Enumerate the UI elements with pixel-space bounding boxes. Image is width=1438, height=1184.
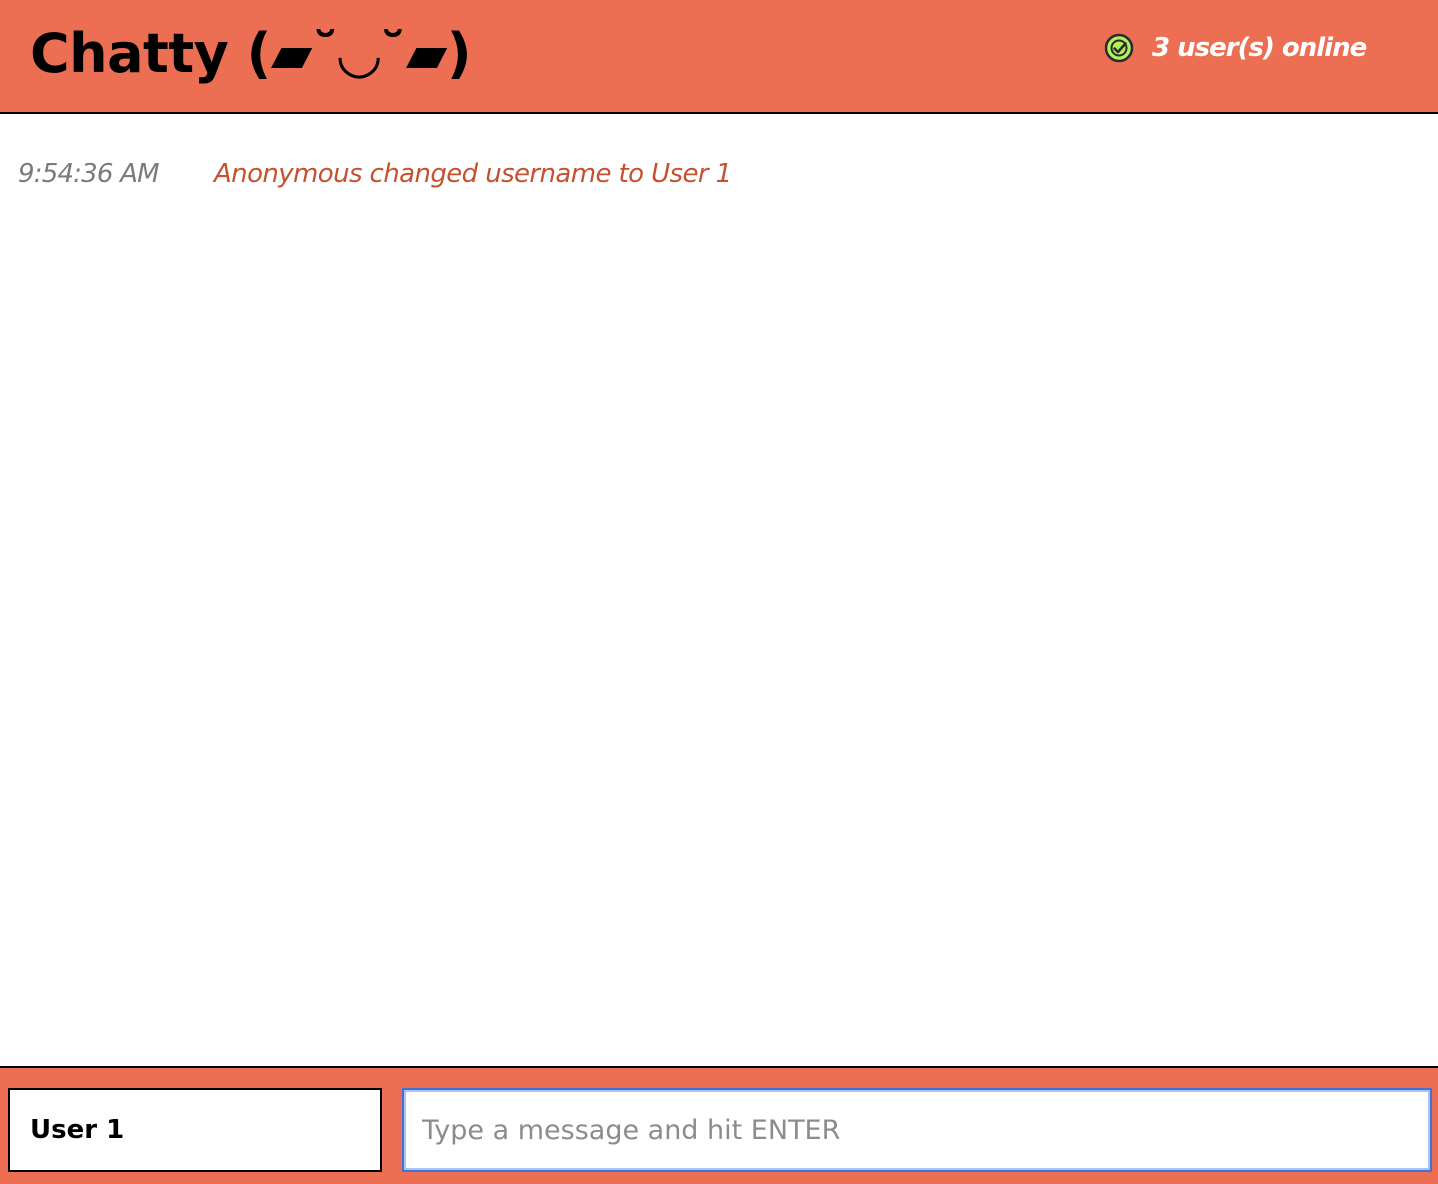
message-input[interactable]	[402, 1088, 1432, 1172]
username-input[interactable]	[8, 1088, 382, 1172]
check-circle-icon	[1104, 33, 1134, 63]
system-message: 9:54:36 AM Anonymous changed username to…	[18, 159, 732, 189]
app-header: Chatty (▰˘◡˘▰) 3 user(s) online	[0, 0, 1438, 114]
compose-bar	[0, 1066, 1438, 1184]
app-title: Chatty (▰˘◡˘▰)	[30, 22, 472, 85]
message-timestamp: 9:54:36 AM	[18, 159, 160, 189]
message-text: Anonymous changed username to User 1	[214, 159, 732, 189]
chat-app: Chatty (▰˘◡˘▰) 3 user(s) online 9:54:36 …	[0, 0, 1438, 1184]
online-count-label: 3 user(s) online	[1152, 33, 1367, 63]
online-status: 3 user(s) online	[1104, 30, 1367, 66]
message-list[interactable]: 9:54:36 AM Anonymous changed username to…	[0, 114, 1438, 1066]
